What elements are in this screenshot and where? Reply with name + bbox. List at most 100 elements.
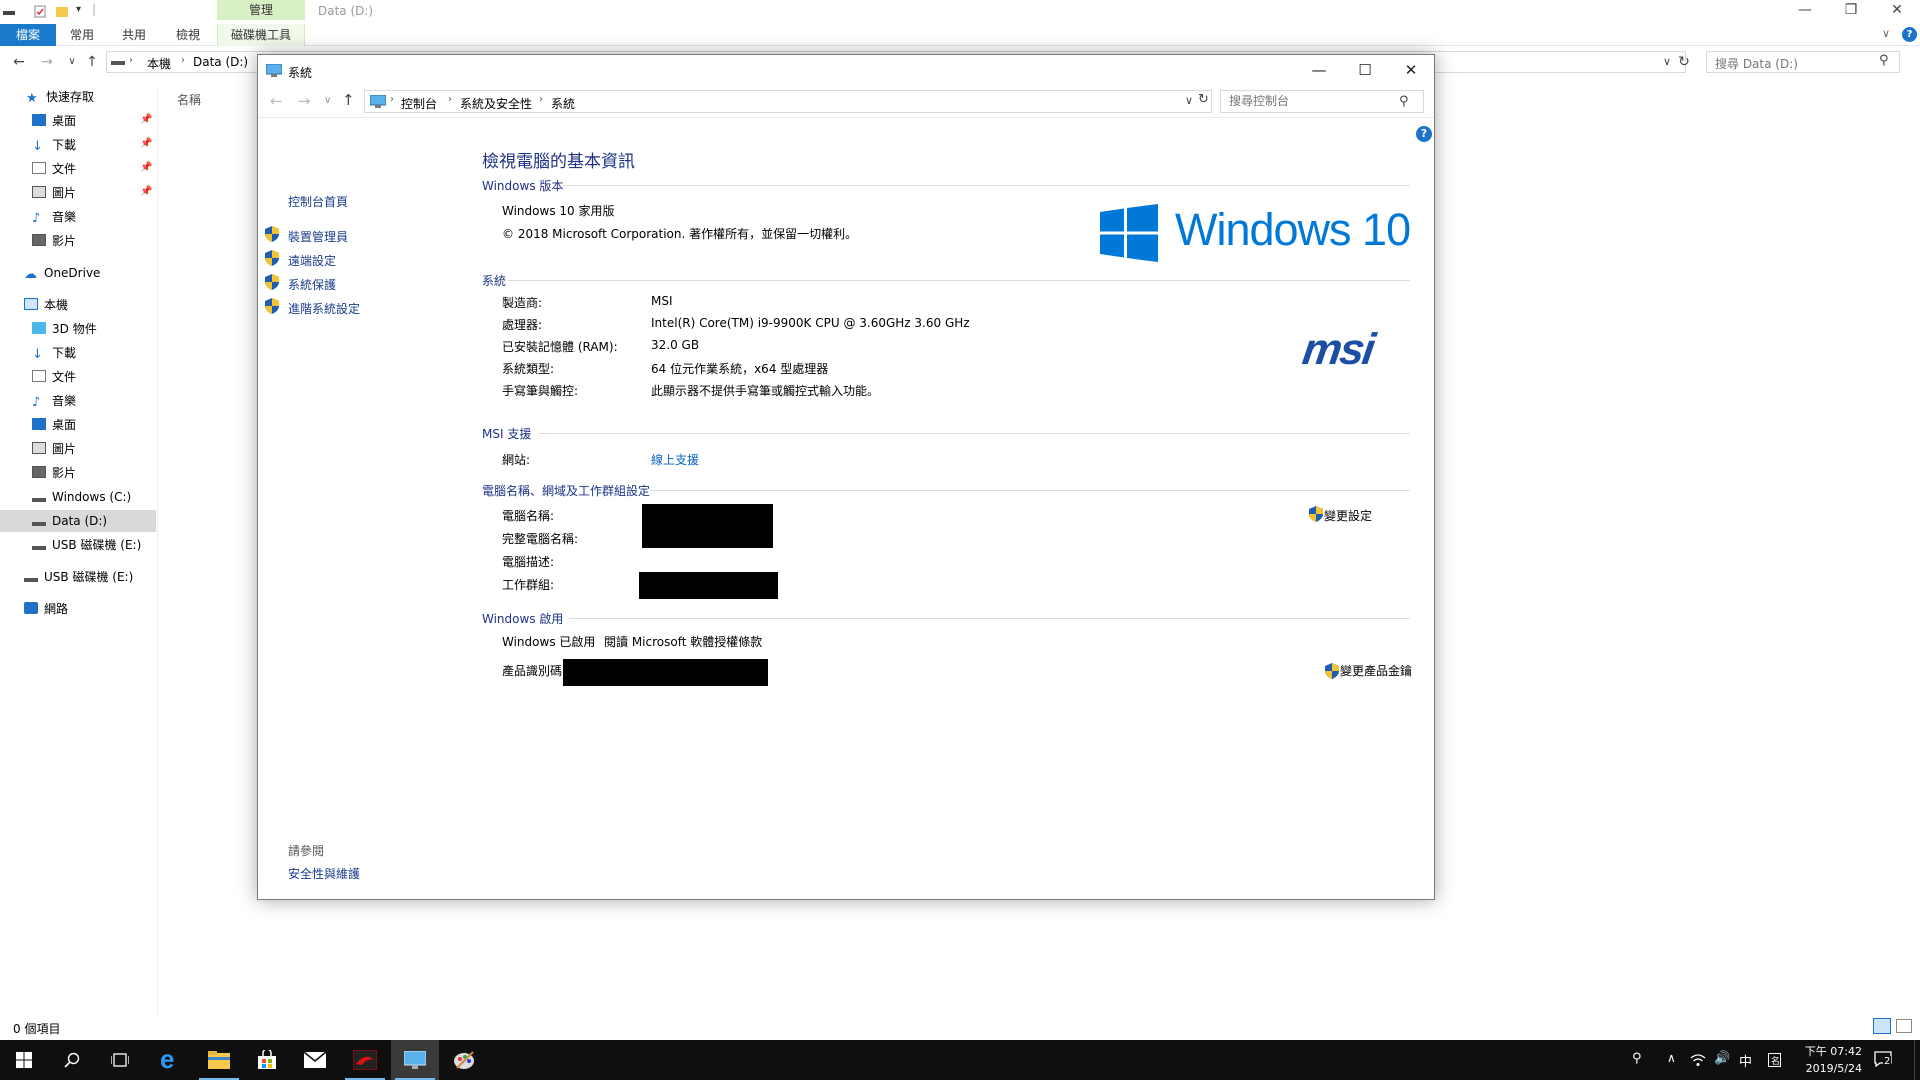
forward-button[interactable]: → bbox=[298, 92, 311, 110]
column-header-name[interactable]: 名稱 bbox=[177, 91, 201, 108]
taskbar-mail[interactable] bbox=[291, 1040, 339, 1080]
qat-dropdown-icon[interactable]: ▾ bbox=[76, 4, 81, 15]
system-minimize-button[interactable]: — bbox=[1296, 55, 1342, 86]
taskbar-msi-dragon-center[interactable] bbox=[341, 1040, 389, 1080]
device-manager-link[interactable]: 裝置管理員 bbox=[288, 228, 348, 245]
pin-icon[interactable]: 📌 bbox=[140, 162, 152, 173]
tab-share[interactable]: 共用 bbox=[114, 24, 154, 46]
explorer-refresh-button[interactable]: ↻ bbox=[1674, 53, 1694, 71]
back-button[interactable]: ← bbox=[270, 92, 283, 110]
breadcrumb-this-pc[interactable]: 本機 bbox=[147, 55, 171, 72]
taskbar-edge[interactable]: e bbox=[147, 1040, 195, 1080]
sidebar-item-data-d[interactable]: Data (D:) bbox=[0, 510, 156, 532]
new-folder-icon[interactable] bbox=[56, 5, 68, 18]
sidebar-item-quick-access[interactable]: ★ 快速存取 bbox=[26, 86, 94, 108]
sidebar-item-this-pc[interactable]: 本機 bbox=[24, 294, 68, 316]
task-view-button[interactable] bbox=[96, 1040, 144, 1080]
sidebar-item-desktop-pc[interactable]: 桌面 bbox=[32, 414, 76, 436]
sidebar-item-usb-e-pc[interactable]: USB 磁碟機 (E:) bbox=[32, 534, 141, 556]
tab-view[interactable]: 檢視 bbox=[168, 24, 208, 46]
sidebar-item-videos[interactable]: 影片 bbox=[32, 230, 76, 252]
system-clock[interactable]: 下午 07:42 2019/5/24 bbox=[1800, 1043, 1862, 1077]
sidebar-item-onedrive[interactable]: ☁ OneDrive bbox=[24, 262, 100, 284]
sidebar-item-downloads[interactable]: ↓ 下載 bbox=[32, 134, 76, 156]
change-product-key-link[interactable]: 變更產品金鑰 bbox=[1340, 662, 1412, 679]
tab-home[interactable]: 常用 bbox=[62, 24, 102, 46]
details-view-icon[interactable] bbox=[1873, 1018, 1891, 1034]
breadcrumb-control-panel[interactable]: 控制台 bbox=[401, 95, 437, 112]
system-window-titlebar[interactable]: 系統 — ☐ ✕ bbox=[258, 55, 1434, 86]
action-center-button[interactable]: 2 bbox=[1872, 1048, 1896, 1072]
tab-drive-tools[interactable]: 磁碟機工具 bbox=[217, 24, 305, 46]
sidebar-item-desktop[interactable]: 桌面 bbox=[32, 110, 76, 132]
pictures-icon bbox=[32, 442, 46, 454]
breadcrumb-system[interactable]: 系統 bbox=[551, 95, 575, 112]
breadcrumb-data-d[interactable]: Data (D:) bbox=[193, 55, 248, 69]
keyboard-layout-icon[interactable]: 名 bbox=[1768, 1053, 1781, 1067]
explorer-minimize-button[interactable]: — bbox=[1782, 0, 1828, 22]
system-maximize-button[interactable]: ☐ bbox=[1342, 55, 1388, 86]
online-support-link[interactable]: 線上支援 bbox=[651, 451, 699, 468]
explorer-help-icon[interactable]: ? bbox=[1902, 27, 1917, 42]
explorer-restore-button[interactable]: ❐ bbox=[1828, 0, 1874, 22]
remote-settings-link[interactable]: 遠端設定 bbox=[288, 252, 336, 269]
sidebar-item-network[interactable]: 網路 bbox=[24, 598, 68, 620]
refresh-icon[interactable]: ↻ bbox=[1198, 92, 1209, 107]
sidebar-item-pictures[interactable]: 圖片 bbox=[32, 182, 76, 204]
sidebar-item-documents[interactable]: 文件 bbox=[32, 158, 76, 180]
advanced-system-settings-link[interactable]: 進階系統設定 bbox=[288, 300, 360, 317]
taskbar-file-explorer[interactable] bbox=[195, 1040, 243, 1080]
explorer-forward-button[interactable]: → bbox=[37, 53, 57, 71]
security-maintenance-link[interactable]: 安全性與維護 bbox=[288, 865, 360, 882]
sidebar-item-music-pc[interactable]: ♪ 音樂 bbox=[32, 390, 76, 412]
wifi-icon[interactable] bbox=[1690, 1053, 1706, 1067]
address-history-dropdown[interactable]: ∨ bbox=[1663, 55, 1671, 68]
copyright-text: © 2018 Microsoft Corporation. 著作權所有，並保留一… bbox=[502, 227, 858, 241]
sidebar-item-usb-e[interactable]: USB 磁碟機 (E:) bbox=[24, 566, 133, 588]
start-button[interactable] bbox=[0, 1040, 48, 1080]
large-icons-view-icon[interactable] bbox=[1896, 1019, 1912, 1033]
properties-icon[interactable] bbox=[34, 5, 46, 18]
system-control-panel-window: 系統 — ☐ ✕ ← → ∨ ↑ › 控制台 › 系統及安全性 › 系統 ∨ ↻… bbox=[257, 54, 1435, 900]
control-panel-home-link[interactable]: 控制台首頁 bbox=[288, 193, 348, 210]
breadcrumb-system-security[interactable]: 系統及安全性 bbox=[460, 95, 532, 112]
explorer-search-box[interactable]: 搜尋 Data (D:) ⚲ bbox=[1706, 51, 1900, 73]
system-protection-link[interactable]: 系統保護 bbox=[288, 276, 336, 293]
sidebar-item-pictures-pc[interactable]: 圖片 bbox=[32, 438, 76, 460]
system-address-bar[interactable]: › 控制台 › 系統及安全性 › 系統 ∨ ↻ bbox=[364, 90, 1212, 113]
pin-icon[interactable]: 📌 bbox=[140, 138, 152, 149]
activation-status: Windows 已啟用 bbox=[502, 635, 596, 649]
ime-indicator[interactable]: 中 bbox=[1739, 1051, 1752, 1070]
taskbar-snipping-tool[interactable] bbox=[440, 1040, 488, 1080]
volume-icon[interactable]: 🔊 bbox=[1714, 1051, 1730, 1066]
taskbar-control-panel[interactable] bbox=[391, 1040, 439, 1080]
system-close-button[interactable]: ✕ bbox=[1388, 55, 1434, 86]
explorer-back-button[interactable]: ← bbox=[9, 53, 29, 71]
pin-icon[interactable]: 📌 bbox=[140, 186, 152, 197]
tab-file[interactable]: 檔案 bbox=[0, 24, 56, 46]
search-button[interactable] bbox=[48, 1040, 96, 1080]
taskbar-store[interactable] bbox=[243, 1040, 291, 1080]
sidebar-item-windows-c[interactable]: Windows (C:) bbox=[32, 486, 131, 508]
license-terms-link[interactable]: 閱讀 Microsoft 軟體授權條款 bbox=[604, 633, 762, 650]
show-hidden-icons-chevron-icon[interactable]: ∧ bbox=[1667, 1051, 1676, 1065]
pin-icon[interactable]: 📌 bbox=[140, 114, 152, 125]
sidebar-item-documents-pc[interactable]: 文件 bbox=[32, 366, 76, 388]
help-icon[interactable]: ? bbox=[1416, 126, 1432, 142]
sidebar-item-music[interactable]: ♪ 音樂 bbox=[32, 206, 76, 228]
explorer-recent-dropdown[interactable]: ∨ bbox=[62, 53, 82, 71]
recent-locations-dropdown[interactable]: ∨ bbox=[324, 95, 331, 106]
show-desktop-button[interactable] bbox=[1914, 1040, 1920, 1080]
address-dropdown-icon[interactable]: ∨ bbox=[1185, 94, 1193, 107]
notification-count-badge: 2 bbox=[1883, 1056, 1892, 1067]
sidebar-item-videos-pc[interactable]: 影片 bbox=[32, 462, 76, 484]
ribbon-expand-icon[interactable]: ∨ bbox=[1882, 27, 1890, 40]
sidebar-item-downloads-pc[interactable]: ↓ 下載 bbox=[32, 342, 76, 364]
people-icon[interactable]: ⚲ bbox=[1632, 1051, 1642, 1066]
control-panel-search-box[interactable]: 搜尋控制台 ⚲ bbox=[1220, 90, 1424, 113]
explorer-up-button[interactable]: ↑ bbox=[82, 53, 102, 71]
change-settings-link[interactable]: 變更設定 bbox=[1324, 507, 1372, 524]
up-button[interactable]: ↑ bbox=[342, 91, 355, 109]
sidebar-item-3d-objects[interactable]: 3D 物件 bbox=[32, 318, 97, 340]
explorer-close-button[interactable]: ✕ bbox=[1874, 0, 1920, 22]
